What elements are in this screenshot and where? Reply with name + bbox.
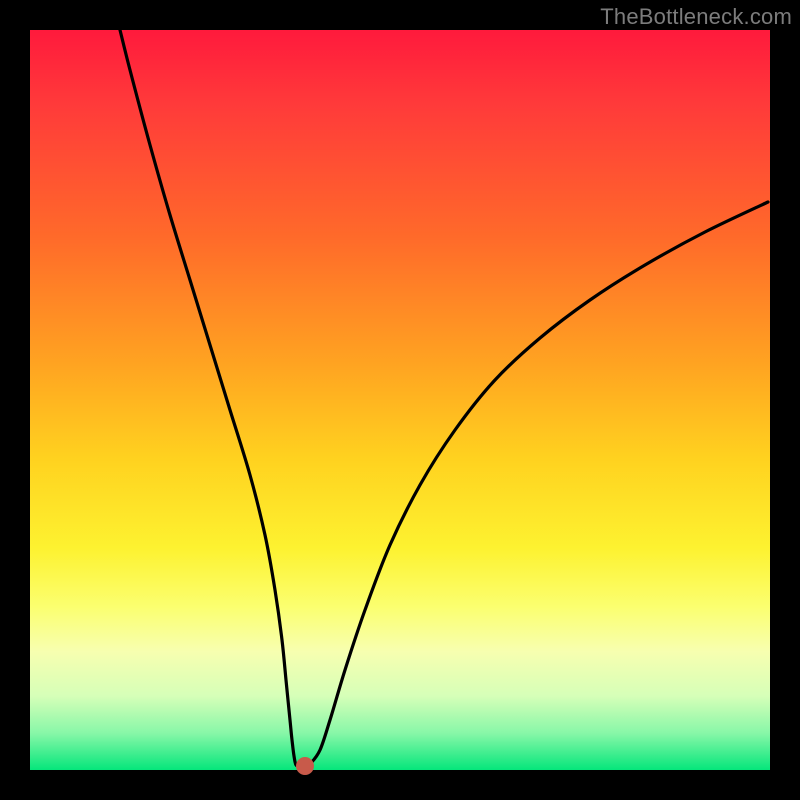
chart-frame: TheBottleneck.com	[0, 0, 800, 800]
optimal-point-marker	[296, 757, 314, 775]
chart-svg	[30, 30, 770, 770]
bottleneck-curve	[120, 30, 768, 766]
chart-plot-area	[30, 30, 770, 770]
watermark-text: TheBottleneck.com	[600, 4, 792, 30]
